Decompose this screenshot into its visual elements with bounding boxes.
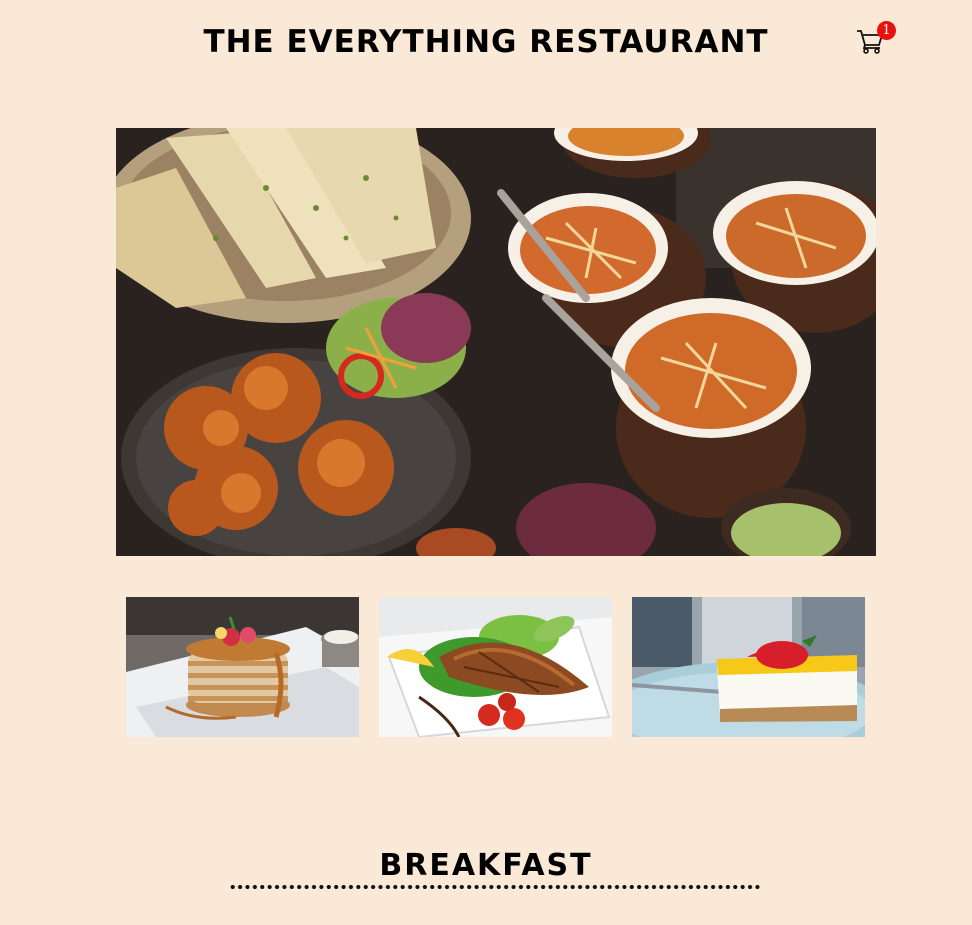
thumbnail-salmon[interactable] — [379, 597, 612, 737]
breakfast-section-title: BREAKFAST — [379, 848, 593, 883]
thumbnail-cheesecake[interactable] — [632, 597, 865, 737]
site-title: THE EVERYTHING RESTAURANT — [203, 24, 769, 60]
thumbnail-pancakes[interactable] — [126, 597, 359, 737]
cart-count-badge: 1 — [877, 21, 896, 40]
site-header: THE EVERYTHING RESTAURANT 1 — [0, 0, 972, 90]
dotted-divider — [229, 883, 762, 891]
cart-button[interactable]: 1 — [856, 21, 896, 56]
hero-image — [116, 128, 876, 556]
